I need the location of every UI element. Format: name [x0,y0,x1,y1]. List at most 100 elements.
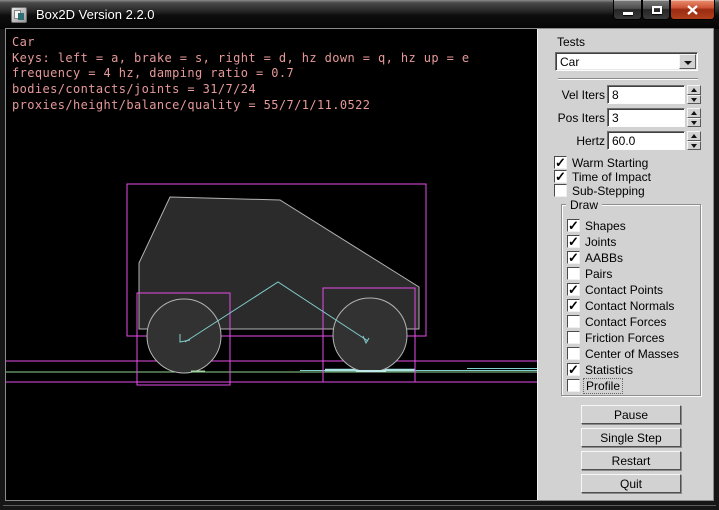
spin-down-button[interactable] [687,95,701,105]
checkbox-row[interactable]: Center of Masses [567,347,679,360]
spinner-row: Vel Iters8 [538,85,714,104]
arrow-down-icon [691,98,697,102]
tests-dropdown-value: Car [560,55,579,69]
app-icon [11,7,27,23]
spin-down-button[interactable] [687,118,701,128]
single-step-button[interactable]: Single Step [581,428,681,447]
spinner-input[interactable]: 3 [607,108,685,127]
spin-up-button[interactable] [687,131,701,141]
action-buttons: Pause Single Step Restart Quit [581,405,681,497]
simulation-canvas[interactable]: CarKeys: left = a, brake = s, right = d,… [6,29,537,500]
minimize-button[interactable] [613,0,642,20]
separator [558,78,698,80]
checkbox[interactable] [567,347,580,360]
checkbox-label: Joints [585,235,616,249]
draw-group-label: Draw [566,198,602,212]
checkbox[interactable] [567,331,580,344]
checkbox-label: Contact Forces [585,315,666,329]
pause-button[interactable]: Pause [581,405,681,424]
checkbox[interactable]: ✓ [554,156,567,169]
spin-down-button[interactable] [687,141,701,151]
arrow-down-icon [691,144,697,148]
checkbox[interactable]: ✓ [567,219,580,232]
checkbox-row[interactable]: ✓ Shapes [567,219,679,232]
quit-button[interactable]: Quit [581,474,681,493]
draw-toggles: ✓ Shapes ✓ Joints ✓ AABBs Pairs ✓ Contact Points… [567,219,679,395]
spinner-row: Hertz60.0 [538,131,714,150]
checkbox[interactable]: ✓ [567,283,580,296]
simulation-toggles: ✓ Warm Starting ✓ Time of ImpactSub-Steppin… [554,156,651,198]
close-icon [687,5,698,15]
checkbox-row[interactable]: ✓ Statistics [567,363,679,376]
checkbox-row[interactable]: ✓ AABBs [567,251,679,264]
restart-button[interactable]: Restart [581,451,681,470]
arrow-up-icon [691,88,697,92]
checkbox[interactable] [567,267,580,280]
checkbox-row[interactable]: Sub-Stepping [554,184,651,197]
minimize-icon [623,12,633,15]
checkbox[interactable]: ✓ [567,235,580,248]
stats-line: Car [12,35,469,51]
checkbox-row[interactable]: Profile [567,379,679,392]
checkbox-row[interactable]: Pairs [567,267,679,280]
checkbox-row[interactable]: ✓ Joints [567,235,679,248]
checkbox-label: Shapes [585,219,626,233]
checkbox[interactable]: ✓ [554,170,567,183]
stats-line: frequency = 4 hz, damping ratio = 0.7 [12,66,469,82]
maximize-button[interactable] [642,0,670,20]
window-title: Box2D Version 2.2.0 [36,7,155,22]
stats-line: Keys: left = a, brake = s, right = d, hz… [12,51,469,67]
title-bar[interactable]: Box2D Version 2.2.0 [0,0,719,29]
checkbox[interactable]: ✓ [567,299,580,312]
checkbox-label: Warm Starting [572,156,648,170]
checkbox[interactable] [567,379,580,392]
tests-dropdown[interactable]: Car [555,52,698,71]
tests-dropdown-button[interactable] [679,54,696,69]
draw-group: Draw ✓Shapes✓Joints✓AABBsPairs✓Contact P… [561,204,701,396]
spinner-stepper [687,85,701,104]
checkbox-row[interactable]: ✓ Contact Normals [567,299,679,312]
checkbox-label: Time of Impact [572,170,651,184]
checkbox-label: Profile [583,378,623,394]
tests-label: Tests [557,35,585,49]
maximize-icon [652,6,662,14]
control-panel: Tests Car Vel Iters8Pos Iters3Hertz60.0 … [537,29,713,500]
spinner-input[interactable]: 8 [607,85,685,104]
spinner-stepper [687,108,701,127]
checkbox-label: Friction Forces [585,331,664,345]
debug-stats-text: CarKeys: left = a, brake = s, right = d,… [12,35,469,114]
checkbox-label: Center of Masses [585,347,679,361]
checkbox[interactable]: ✓ [567,251,580,264]
spinner-input[interactable]: 60.0 [607,131,685,150]
stats-line: bodies/contacts/joints = 31/7/24 [12,82,469,98]
spinner-row: Pos Iters3 [538,108,714,127]
checkbox-row[interactable]: Friction Forces [567,331,679,344]
caption-buttons [613,0,715,20]
close-button[interactable] [670,0,715,20]
client-area: CarKeys: left = a, brake = s, right = d,… [6,29,713,500]
checkbox[interactable]: ✓ [567,363,580,376]
arrow-down-icon [691,121,697,125]
checkbox-label: AABBs [585,251,623,265]
checkbox-row[interactable]: ✓ Contact Points [567,283,679,296]
chevron-down-icon [684,61,692,65]
checkbox-label: Sub-Stepping [572,184,645,198]
spinner-label: Vel Iters [538,88,605,102]
spinner-stepper [687,131,701,150]
checkbox-row[interactable]: ✓ Warm Starting [554,156,651,169]
checkbox-label: Pairs [585,267,612,281]
checkbox-label: Contact Points [585,283,663,297]
app-window: Box2D Version 2.2.0 [0,0,719,510]
checkbox[interactable] [554,184,567,197]
spin-up-button[interactable] [687,108,701,118]
checkbox-label: Contact Normals [585,299,674,313]
checkbox-label: Statistics [585,363,633,377]
checkbox[interactable] [567,315,580,328]
spin-up-button[interactable] [687,85,701,95]
arrow-up-icon [691,134,697,138]
iteration-settings: Vel Iters8Pos Iters3Hertz60.0 [538,85,714,154]
stats-line: proxies/height/balance/quality = 55/7/1/… [12,98,469,114]
checkbox-row[interactable]: ✓ Time of Impact [554,170,651,183]
checkbox-row[interactable]: Contact Forces [567,315,679,328]
spinner-label: Pos Iters [538,111,605,125]
